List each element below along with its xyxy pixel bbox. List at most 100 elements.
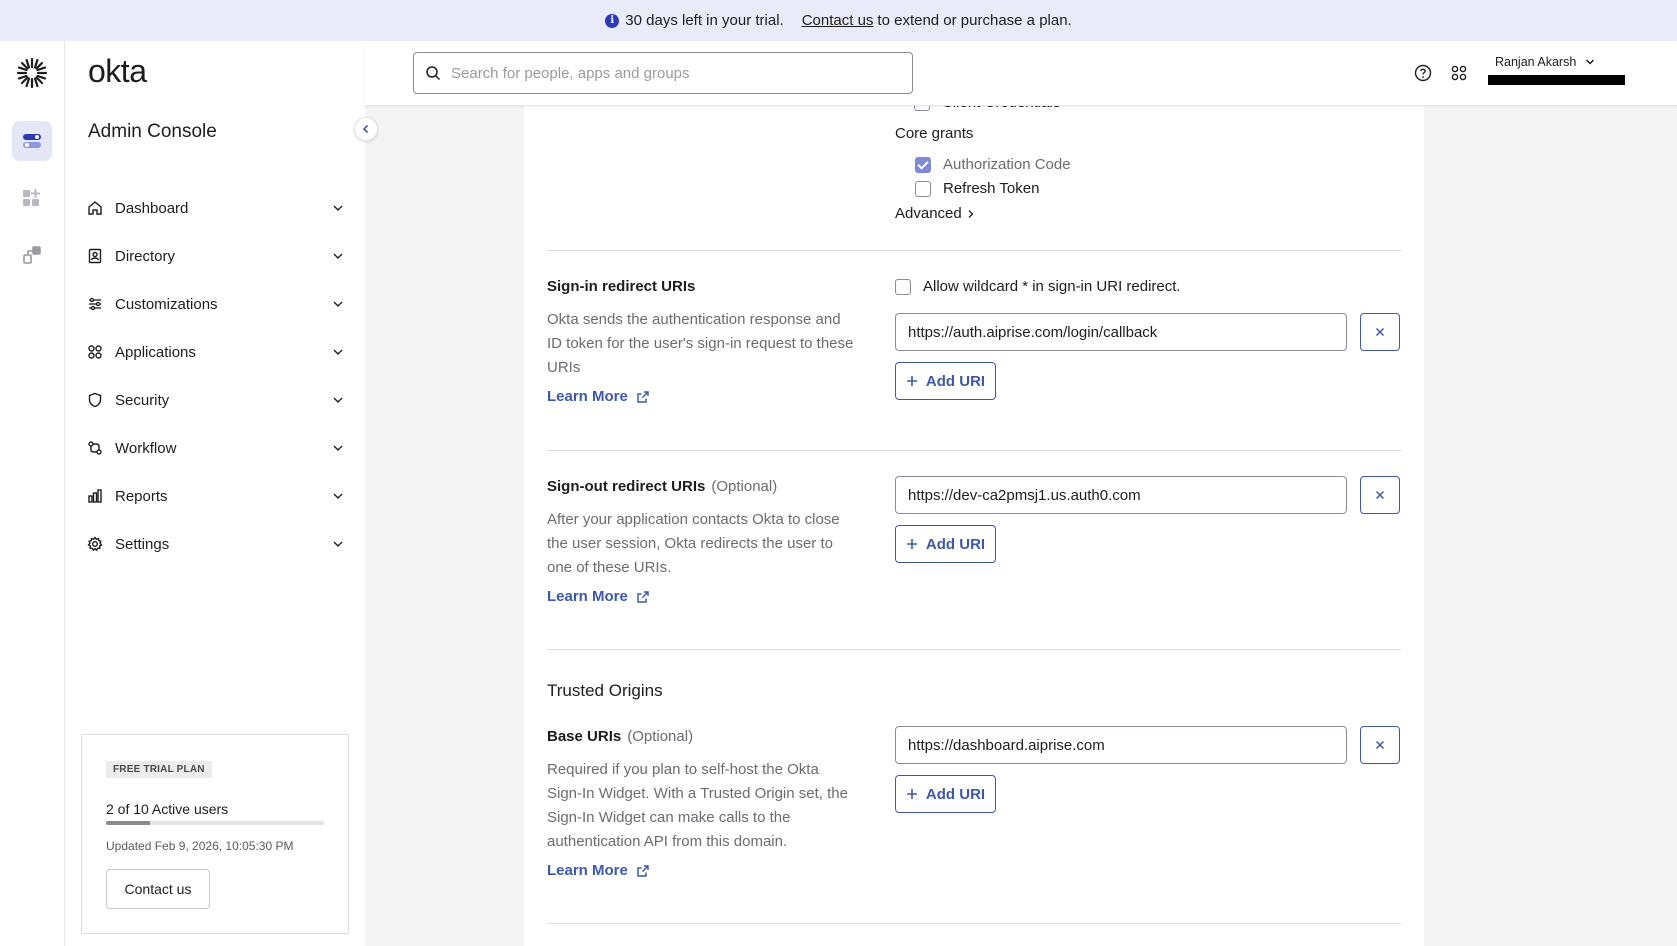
banner-suffix: to extend or purchase a plan.: [877, 12, 1072, 29]
grant-authorization-code: Authorization Code: [915, 156, 1071, 173]
info-icon: i: [605, 13, 620, 28]
add-uri-label: Add URI: [925, 372, 986, 390]
help-icon[interactable]: [1414, 64, 1432, 82]
trusted-origins-title: Trusted Origins: [547, 681, 663, 700]
sidebar-item-label: Security: [115, 391, 170, 409]
sidebar-item-label: Reports: [115, 487, 168, 505]
top-bar: Ranjan Akarsh: [365, 41, 1677, 106]
signout-redirect-description: After your application contacts Okta to …: [547, 511, 840, 576]
sidebar-item-directory[interactable]: Directory: [87, 232, 345, 280]
user-name: Ranjan Akarsh: [1495, 55, 1577, 69]
signout-uri-input[interactable]: [895, 476, 1347, 514]
directory-icon: [87, 248, 103, 264]
sidebar-item-settings[interactable]: Settings: [87, 520, 345, 568]
sidebar-item-customizations[interactable]: Customizations: [87, 280, 345, 328]
chevron-down-icon: [1586, 59, 1595, 65]
grant-refresh-token[interactable]: Refresh Token: [915, 180, 1039, 197]
active-users-count: 2 of 10 Active users: [106, 801, 229, 817]
sidebar-item-security[interactable]: Security: [87, 376, 345, 424]
banner-message: 30 days left in your trial.: [625, 12, 784, 29]
sidebar-item-label: Customizations: [115, 295, 218, 313]
learn-more-label: Learn More: [547, 588, 628, 605]
section-title-text: Base URIs: [547, 728, 622, 745]
chevron-down-icon: [333, 205, 343, 211]
plus-icon: [906, 789, 917, 799]
section-divider: [547, 250, 1401, 251]
app-rail: [0, 41, 65, 946]
trial-plan-badge: FREE TRIAL PLAN: [106, 761, 212, 778]
section-title-text: Sign-in redirect URIs: [547, 278, 696, 295]
admin-console-title: Admin Console: [88, 121, 217, 142]
section-title-text: Sign-out redirect URIs: [547, 478, 706, 495]
search-input[interactable]: [451, 64, 891, 82]
wildcard-label: Allow wildcard * in sign-in URI redirect…: [923, 278, 1181, 295]
user-menu[interactable]: Ranjan Akarsh: [1495, 55, 1596, 69]
sidebar-item-label: Dashboard: [115, 199, 189, 217]
base-uri-input[interactable]: [895, 726, 1347, 764]
sidebar: okta Admin Console Dashboard Directory C…: [65, 41, 378, 946]
sidebar-item-label: Applications: [115, 343, 196, 361]
banner-contact-link[interactable]: Contact us: [802, 12, 874, 29]
global-search: [413, 52, 913, 94]
optional-tag: (Optional): [711, 478, 778, 495]
external-link-icon: [637, 590, 649, 603]
chevron-down-icon: [333, 301, 343, 307]
rail-admin-toggle-icon[interactable]: [12, 121, 52, 161]
chevron-left-icon: [362, 124, 369, 134]
base-uris-learn-more-link[interactable]: Learn More: [547, 862, 650, 879]
chevron-down-icon: [333, 541, 343, 547]
redacted-org-name: [1488, 75, 1625, 85]
signin-uri-input[interactable]: [895, 313, 1347, 351]
rail-integrations-icon[interactable]: [12, 235, 52, 275]
sidebar-item-label: Workflow: [115, 439, 177, 457]
signout-redirect-title: Sign-out redirect URIs (Optional): [547, 478, 777, 495]
add-base-uri-button[interactable]: Add URI: [895, 775, 996, 813]
chevron-down-icon: [333, 397, 343, 403]
section-divider: [547, 923, 1401, 924]
contact-us-button[interactable]: Contact us: [106, 869, 210, 909]
chevron-down-icon: [333, 253, 343, 259]
checkbox[interactable]: [915, 180, 931, 197]
chevron-down-icon: [333, 493, 343, 499]
checkbox-checked: [915, 156, 931, 173]
grant-label: Refresh Token: [943, 180, 1040, 197]
app-settings-card: Client Credentials Core grants Authoriza…: [524, 94, 1424, 946]
grant-label: Authorization Code: [943, 156, 1071, 173]
app-switcher-icon[interactable]: [1450, 64, 1468, 82]
sidebar-item-dashboard[interactable]: Dashboard: [87, 184, 345, 232]
add-signout-uri-button[interactable]: Add URI: [895, 525, 996, 563]
active-users-progress: [106, 821, 324, 825]
remove-signout-uri-button[interactable]: [1360, 476, 1400, 514]
allow-wildcard-option[interactable]: Allow wildcard * in sign-in URI redirect…: [895, 278, 1181, 295]
remove-signin-uri-button[interactable]: [1360, 313, 1400, 351]
workflow-icon: [87, 440, 103, 456]
optional-tag: (Optional): [627, 728, 694, 745]
signin-redirect-description: Okta sends the authentication response a…: [547, 311, 854, 376]
core-grants-label: Core grants: [895, 125, 974, 142]
learn-more-label: Learn More: [547, 388, 628, 405]
chevron-down-icon: [333, 445, 343, 451]
add-signin-uri-button[interactable]: Add URI: [895, 362, 996, 400]
sidebar-item-workflow[interactable]: Workflow: [87, 424, 345, 472]
advanced-toggle[interactable]: Advanced: [895, 205, 976, 222]
okta-sunburst-logo-icon: [16, 57, 48, 89]
sidebar-item-applications[interactable]: Applications: [87, 328, 345, 376]
add-uri-label: Add URI: [925, 785, 986, 803]
external-link-icon: [637, 864, 649, 877]
bar-chart-icon: [87, 488, 103, 504]
learn-more-label: Learn More: [547, 862, 628, 879]
close-icon: [1375, 740, 1385, 750]
checkbox[interactable]: [895, 278, 911, 295]
signin-redirect-title: Sign-in redirect URIs: [547, 278, 695, 295]
sliders-icon: [87, 296, 103, 312]
base-uris-title: Base URIs (Optional): [547, 728, 693, 745]
rail-add-apps-icon[interactable]: [12, 178, 52, 218]
signout-learn-more-link[interactable]: Learn More: [547, 588, 650, 605]
gear-icon: [87, 536, 103, 552]
plus-icon: [906, 376, 917, 386]
collapse-sidebar-button[interactable]: [354, 117, 378, 141]
remove-base-uri-button[interactable]: [1360, 726, 1400, 764]
sidebar-item-reports[interactable]: Reports: [87, 472, 345, 520]
add-uri-label: Add URI: [925, 535, 986, 553]
signin-learn-more-link[interactable]: Learn More: [547, 388, 650, 405]
